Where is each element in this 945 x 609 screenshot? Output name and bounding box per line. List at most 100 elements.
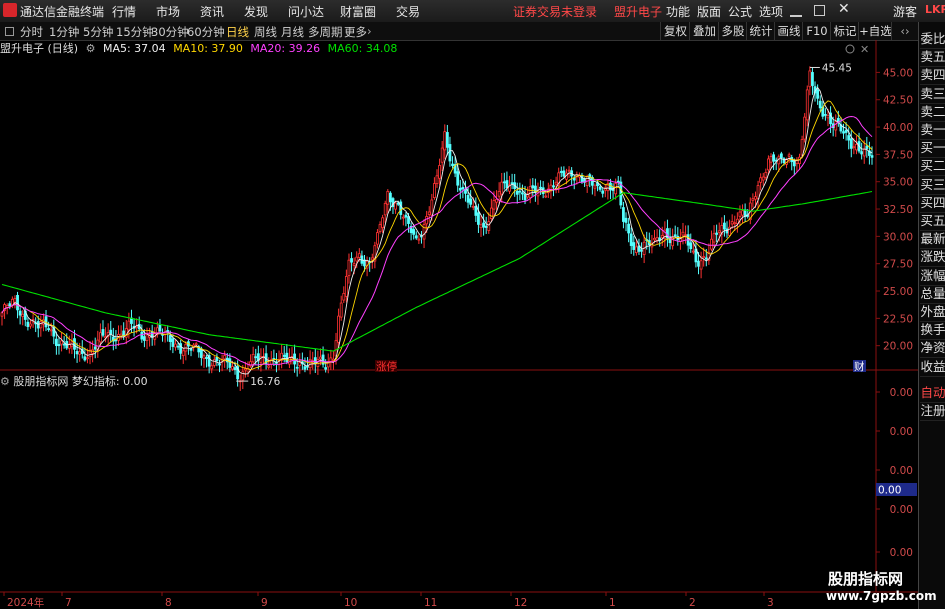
- tab-period-1min[interactable]: 1分钟: [49, 24, 79, 40]
- btn-add-favorite[interactable]: +自选: [858, 22, 892, 40]
- tab-period-monthly[interactable]: 月线: [281, 24, 304, 40]
- candle-body: [479, 224, 483, 229]
- tab-period-60min[interactable]: 60分钟: [187, 24, 225, 40]
- side-item-17[interactable]: 净资: [920, 339, 945, 359]
- x-tick-label: 9: [261, 597, 268, 609]
- btn-draw-line[interactable]: 画线: [774, 22, 803, 40]
- side-item-4[interactable]: 卖二: [920, 103, 945, 122]
- candle-body: [528, 186, 532, 198]
- menu-trade[interactable]: 交易: [396, 3, 420, 20]
- candle-body: [342, 292, 346, 301]
- side-item-12[interactable]: 涨跌: [920, 248, 945, 268]
- menu-market[interactable]: 市场: [156, 3, 180, 20]
- tab-period-weekly[interactable]: 周线: [254, 24, 277, 40]
- side-ind-item-0[interactable]: 自动: [920, 384, 945, 403]
- candle-body: [544, 195, 548, 198]
- menu-ask[interactable]: 问小达: [288, 3, 324, 20]
- candle-body: [681, 231, 685, 236]
- menu-discover[interactable]: 发现: [244, 3, 268, 20]
- candle-body: [772, 154, 776, 162]
- menu-options[interactable]: 选项: [759, 3, 783, 20]
- candle-body: [702, 256, 706, 259]
- candle-body: [477, 212, 480, 225]
- candle-body: [376, 232, 379, 245]
- candle-body: [101, 329, 105, 336]
- tab-period-5min[interactable]: 5分钟: [83, 24, 113, 40]
- y-tick-label: 45.00: [883, 67, 913, 79]
- candle-body: [329, 357, 333, 362]
- settings-gear-icon[interactable]: ⚙: [86, 42, 96, 55]
- indicator-gear-icon[interactable]: ⚙: [0, 375, 10, 388]
- candle-body: [355, 256, 359, 262]
- side-item-18[interactable]: 收益: [920, 358, 945, 377]
- tab-period-timeshare[interactable]: 分时: [20, 24, 43, 40]
- side-item-13[interactable]: 涨幅: [920, 267, 945, 286]
- candle-body: [823, 114, 827, 116]
- tab-period-daily[interactable]: 日线: [226, 24, 249, 40]
- candle-body: [733, 222, 737, 225]
- menu-quotes[interactable]: 行情: [112, 3, 136, 20]
- kline-chart[interactable]: 45.0042.5040.0037.5035.0032.5030.0027.50…: [0, 40, 918, 609]
- candle-body: [394, 202, 397, 210]
- stock-title: 盟升电子: [614, 5, 663, 19]
- user-label[interactable]: 游客: [893, 3, 917, 20]
- close-icon[interactable]: ✕: [838, 1, 850, 17]
- menu-function[interactable]: 功能: [666, 3, 690, 20]
- tab-period-30min[interactable]: 30分钟: [151, 24, 189, 40]
- side-item-10[interactable]: 买五: [920, 212, 945, 231]
- panel-toggle-icon[interactable]: [5, 27, 14, 36]
- candle-body: [267, 365, 271, 368]
- maximize-icon[interactable]: [814, 5, 825, 16]
- side-item-7[interactable]: 买二: [920, 157, 945, 177]
- candle-body: [471, 205, 475, 208]
- tab-period-15min[interactable]: 15分钟: [116, 24, 154, 40]
- candle-body: [865, 145, 869, 149]
- side-item-3[interactable]: 卖三: [920, 85, 945, 104]
- candle-body: [127, 320, 131, 331]
- side-item-0[interactable]: 委比: [920, 30, 945, 49]
- candle-body: [412, 229, 416, 235]
- side-item-16[interactable]: 换手: [920, 321, 945, 341]
- side-item-15[interactable]: 外盘: [920, 303, 945, 322]
- menu-news[interactable]: 资讯: [200, 3, 224, 20]
- side-item-11[interactable]: 最新: [920, 230, 945, 250]
- side-item-5[interactable]: 卖一: [920, 121, 945, 140]
- menu-layout[interactable]: 版面: [697, 3, 721, 20]
- candle-body: [435, 175, 439, 184]
- minimize-icon[interactable]: [790, 5, 802, 17]
- candle-body: [500, 181, 504, 195]
- menu-wealth[interactable]: 财富圈: [340, 3, 376, 20]
- btn-statistics[interactable]: 统计: [746, 22, 775, 40]
- candle-body: [482, 222, 486, 228]
- candle-body: [243, 368, 247, 371]
- candle-body: [357, 253, 361, 258]
- side-item-1[interactable]: 卖五: [920, 48, 945, 68]
- candle-body: [215, 357, 219, 362]
- candle-body: [834, 121, 838, 131]
- candle-body: [18, 310, 22, 316]
- x-tick-label: 2024年: [7, 596, 44, 609]
- side-item-14[interactable]: 总量: [920, 285, 945, 304]
- btn-multi-stock[interactable]: 多股: [718, 22, 747, 40]
- candle-body: [741, 210, 744, 216]
- candle-body: [145, 334, 149, 341]
- side-ind-item-1[interactable]: 注册: [920, 402, 945, 421]
- more-chevron-icon[interactable]: ›: [367, 24, 372, 38]
- btn-f10[interactable]: F10: [802, 22, 831, 40]
- tab-period-multi[interactable]: 多周期: [308, 24, 343, 40]
- y-tick-label: 37.50: [883, 149, 913, 161]
- btn-mark[interactable]: 标记: [830, 22, 859, 40]
- btn-adjust[interactable]: 复权: [660, 22, 690, 40]
- side-item-2[interactable]: 卖四: [920, 66, 945, 86]
- toolbar-arrows-icon[interactable]: ‹›: [891, 22, 918, 40]
- login-alert[interactable]: 证券交易未登录: [513, 3, 597, 20]
- btn-overlay[interactable]: 叠加: [689, 22, 719, 40]
- candle-body: [632, 242, 636, 250]
- side-item-6[interactable]: 买一: [920, 139, 945, 159]
- candle-body: [233, 367, 237, 371]
- candle-body: [769, 156, 773, 163]
- tab-period-more[interactable]: 更多: [344, 24, 367, 40]
- menu-formula[interactable]: 公式: [728, 3, 752, 20]
- side-item-9[interactable]: 买四: [920, 194, 945, 213]
- side-item-8[interactable]: 买三: [920, 176, 945, 195]
